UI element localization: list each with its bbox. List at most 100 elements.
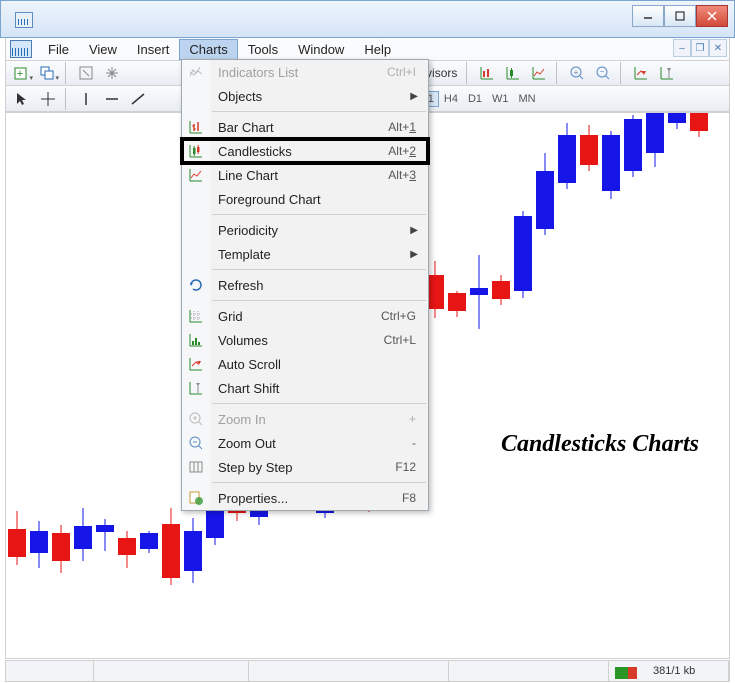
menu-item-shortcut: - [412,436,428,450]
candlestick [624,113,642,658]
menu-insert[interactable]: Insert [127,39,180,60]
properties-icon [182,490,210,506]
zoom-in-icon [182,411,210,427]
menu-item-shortcut: Alt+3 [388,168,428,182]
submenu-arrow-icon: ▶ [410,91,428,102]
connection-icon [615,667,637,679]
menu-item-label: Indicators List [210,65,387,80]
new-chart-button[interactable]: + [10,62,34,84]
menu-item-candlesticks[interactable]: CandlesticksAlt+2 [182,139,428,163]
submenu-arrow-icon: ▶ [410,249,428,260]
menu-item-shortcut: Alt+2 [388,144,428,158]
candlestick [30,113,48,658]
menu-tools[interactable]: Tools [238,39,288,60]
menubar: FileViewInsertChartsToolsWindowHelp – ❐ … [5,38,730,60]
menu-item-label: Auto Scroll [210,357,428,372]
menu-file[interactable]: File [38,39,79,60]
autoscroll-icon [182,356,210,372]
mdi-restore-button[interactable]: ❐ [691,39,709,57]
menu-item-properties[interactable]: Properties...F8 [182,486,428,510]
candlestick [536,113,554,658]
bar-chart-button[interactable] [475,62,499,84]
crosshair-button[interactable] [36,88,60,110]
cursor-button[interactable] [10,88,34,110]
submenu-arrow-icon: ▶ [410,225,428,236]
menu-item-chart-shift[interactable]: Chart Shift [182,376,428,400]
menu-view[interactable]: View [79,39,127,60]
menu-item-shortcut: F8 [402,491,428,505]
menu-item-foreground-chart[interactable]: Foreground Chart [182,187,428,211]
statusbar: 381/1 kb [5,660,730,682]
zoom-in-button[interactable]: + [565,62,589,84]
maximize-button[interactable] [664,5,696,27]
minimize-button[interactable] [632,5,664,27]
menu-item-label: Volumes [210,333,384,348]
candlestick [8,113,26,658]
menu-item-template[interactable]: Template▶ [182,242,428,266]
menu-item-shortcut: Ctrl+G [381,309,428,323]
menu-charts[interactable]: Charts [179,39,237,60]
volumes-icon [182,332,210,348]
candlestick [580,113,598,658]
vertical-line-button[interactable] [74,88,98,110]
menu-item-label: Grid [210,309,381,324]
menu-separator [212,269,426,270]
menu-item-step-by-step[interactable]: Step by StepF12 [182,455,428,479]
chart-overlay-text: Candlesticks Charts [501,431,699,458]
refresh-icon [182,277,210,293]
menu-item-bar-chart[interactable]: Bar ChartAlt+1 [182,115,428,139]
bar-chart-icon [182,119,210,135]
mdi-close-button[interactable]: ✕ [709,39,727,57]
candlestick [74,113,92,658]
market-watch-button[interactable] [74,62,98,84]
menu-separator [212,111,426,112]
navigator-button[interactable] [100,62,124,84]
autoscroll-button[interactable] [629,62,653,84]
grid-icon [182,308,210,324]
menu-item-objects[interactable]: Objects▶ [182,84,428,108]
menu-window[interactable]: Window [288,39,354,60]
zoom-out-icon [182,435,210,451]
menu-item-periodicity[interactable]: Periodicity▶ [182,218,428,242]
profiles-button[interactable] [36,62,60,84]
timeframe-mn[interactable]: MN [514,91,541,107]
menu-item-grid[interactable]: GridCtrl+G [182,304,428,328]
menu-item-refresh[interactable]: Refresh [182,273,428,297]
candlestick [52,113,70,658]
menu-item-zoom-out[interactable]: Zoom Out- [182,431,428,455]
mdi-minimize-button[interactable]: – [673,39,691,57]
menu-item-label: Refresh [210,278,428,293]
close-button[interactable] [696,5,728,27]
timeframe-w1[interactable]: W1 [487,91,514,107]
svg-text:+: + [574,68,579,77]
trendline-button[interactable] [126,88,150,110]
charts-menu-dropdown: Indicators ListCtrl+IObjects▶Bar ChartAl… [181,59,429,511]
menu-help[interactable]: Help [354,39,401,60]
menu-item-indicators-list: Indicators ListCtrl+I [182,60,428,84]
menu-item-zoom-in: Zoom In+ [182,407,428,431]
chartshift-button[interactable] [655,62,679,84]
menu-item-label: Objects [210,89,410,104]
line-chart-button[interactable] [527,62,551,84]
candlestick [646,113,664,658]
horizontal-line-button[interactable] [100,88,124,110]
candlestick [118,113,136,658]
svg-text:−: − [600,67,605,76]
menu-item-label: Zoom In [210,412,409,427]
menu-item-label: Properties... [210,491,402,506]
line-chart-icon [182,167,210,183]
menu-item-label: Periodicity [210,223,410,238]
candlestick-button[interactable] [501,62,525,84]
menu-item-label: Zoom Out [210,436,412,451]
menu-item-auto-scroll[interactable]: Auto Scroll [182,352,428,376]
candlestick [602,113,620,658]
menu-separator [212,300,426,301]
zoom-out-button[interactable]: − [591,62,615,84]
menu-item-volumes[interactable]: VolumesCtrl+L [182,328,428,352]
candlestick [558,113,576,658]
menu-item-line-chart[interactable]: Line ChartAlt+3 [182,163,428,187]
timeframe-d1[interactable]: D1 [463,91,487,107]
menu-item-label: Candlesticks [210,144,388,159]
candlestick [668,113,686,658]
timeframe-h4[interactable]: H4 [439,91,463,107]
